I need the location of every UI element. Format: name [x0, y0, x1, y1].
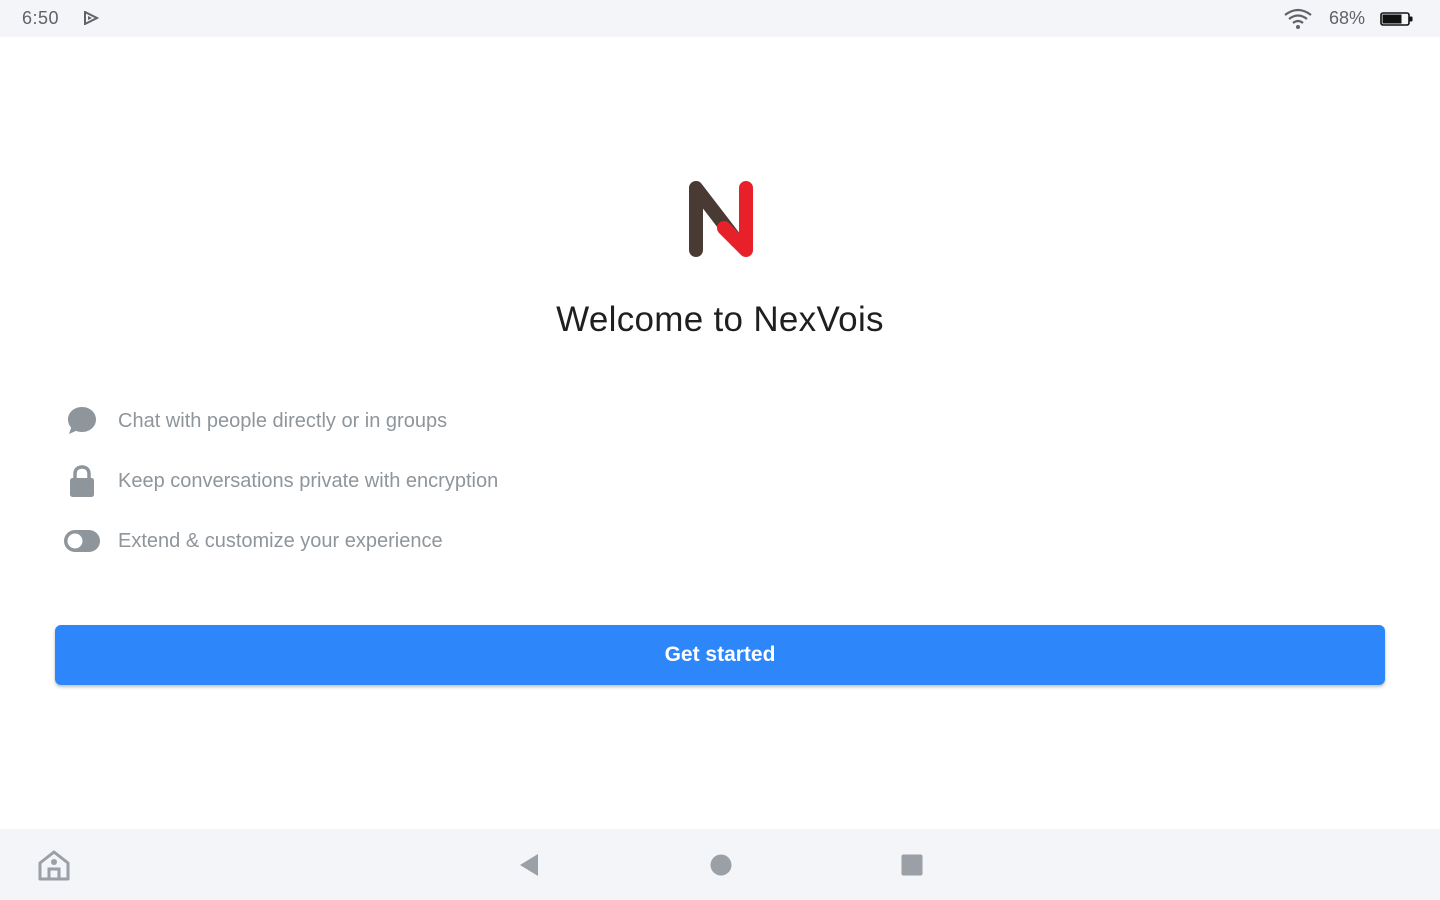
back-icon[interactable]: [508, 845, 550, 885]
navigation-bar: [0, 829, 1440, 900]
get-started-button[interactable]: Get started: [55, 625, 1385, 685]
nexvois-logo: [689, 181, 753, 257]
play-icon: [84, 11, 99, 25]
home-app-icon[interactable]: [33, 845, 75, 885]
welcome-screen: 6:50 68% Welcome to NexVois Chat with pe…: [0, 0, 1440, 900]
home-icon[interactable]: [700, 845, 742, 885]
toggle-icon: [62, 521, 102, 561]
feature-label: Keep conversations private with encrypti…: [118, 469, 499, 492]
status-time: 6:50: [22, 8, 60, 28]
lock-icon: [62, 461, 102, 501]
chat-bubble-icon: [62, 401, 102, 441]
welcome-title: Welcome to NexVois: [556, 300, 884, 339]
status-bar: 6:50 68%: [0, 0, 1440, 37]
battery-percent: 68%: [1329, 8, 1366, 28]
feature-label: Extend & customize your experience: [118, 529, 443, 552]
feature-customize: Extend & customize your experience: [62, 521, 443, 561]
feature-label: Chat with people directly or in groups: [118, 409, 448, 432]
wifi-icon: [1284, 8, 1312, 29]
battery-icon: [1380, 12, 1413, 26]
recents-icon[interactable]: [891, 845, 933, 885]
feature-chat: Chat with people directly or in groups: [62, 401, 447, 441]
feature-encryption: Keep conversations private with encrypti…: [62, 461, 498, 501]
